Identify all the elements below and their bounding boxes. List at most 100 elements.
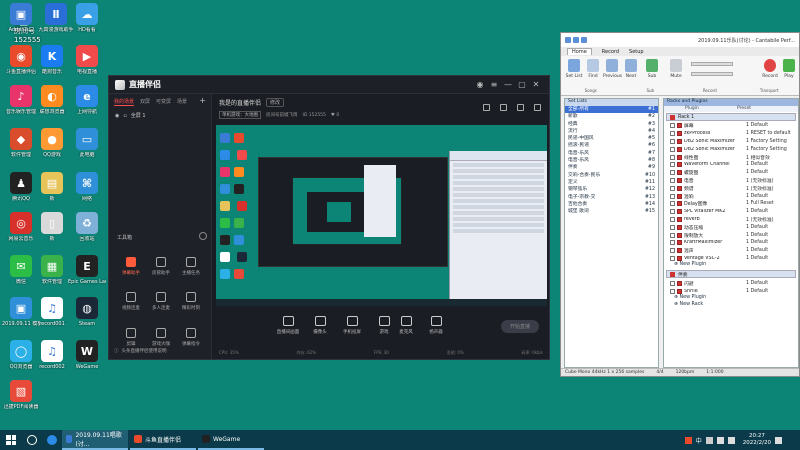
plugin-power-icon[interactable] [677,288,682,294]
camera-button[interactable]: 摄像头 [305,316,335,335]
tool-2[interactable]: 主播任务 [177,257,205,276]
taskbar-task[interactable]: 斗鱼直播伴侣 [130,430,196,450]
speaker-button[interactable]: 扬声器 [421,316,451,335]
output-level-slider[interactable] [691,72,733,76]
browser-icon[interactable] [42,430,62,450]
plugin-row[interactable]: Delay图像 1 Full Reset [664,200,798,208]
plugin-row[interactable]: 动态压缩 1 Default [664,223,798,231]
plugin-power-icon[interactable] [677,209,682,215]
plugin-power-icon[interactable] [677,162,682,168]
tool-7[interactable]: 游戏大咖 [147,328,175,347]
rack-1[interactable]: Rack 1 [666,113,796,121]
plugin-bypass-icon[interactable] [670,154,675,160]
desktop-icon-computer[interactable]: ▭ 此电脑 [68,128,106,158]
plugin-row[interactable]: reverb 1 (无效标准) [664,216,798,224]
plugin-bypass-icon[interactable] [670,209,675,215]
battery-icon[interactable] [727,436,735,444]
plugin-power-icon[interactable] [677,240,682,246]
set-list-item[interactable]: 电音-乐风 #8 [565,157,658,164]
plugin-row[interactable]: 屏幕 1 Default [664,122,798,130]
notification-icon[interactable] [775,436,782,444]
set-list-item[interactable]: 定义 #11 [565,179,658,186]
plugin-row[interactable]: 闪避 1 Default [664,279,798,287]
plugin-row[interactable]: Shrile 1 Default [664,287,798,295]
lock-layout-icon[interactable] [500,104,507,111]
tab-record[interactable]: Record [602,49,619,55]
live-preview[interactable] [216,125,547,306]
desktop-icon-lianxiang[interactable]: ◐ 联想浏览器 [33,85,71,115]
plugin-power-icon[interactable] [677,154,682,160]
next-button[interactable]: Next [622,59,640,79]
plugin-bypass-icon[interactable] [670,216,675,222]
plugin-row[interactable]: DB2 Sonic Maximizer 1 Factory Setting [664,138,798,146]
tool-6[interactable]: 剪辑 [117,328,145,347]
plugin-power-icon[interactable] [677,170,682,176]
eye-icon[interactable]: ◉ [115,113,119,119]
set-list-button[interactable]: Set List [565,59,583,79]
plugin-bypass-icon[interactable] [670,138,675,144]
desktop-icon-qqgame[interactable]: ● QQ游戏 [33,128,71,158]
desktop-icon-mp3a[interactable]: ♫ record001 [33,297,71,327]
plugin-power-icon[interactable] [677,232,682,238]
plugin-power-icon[interactable] [677,146,682,152]
plugin-row[interactable]: KraftrMaximizer 1 Default [664,239,798,247]
plugin-bypass-icon[interactable] [670,232,675,238]
tip-bar[interactable]: ⓘ 头条直播伴侣使用说明 [114,346,206,355]
plugin-bypass-icon[interactable] [670,240,675,246]
set-list-item[interactable]: 经典 #3 [565,121,658,128]
lock-icon[interactable]: ▫ [123,113,126,119]
desktop-icon-tv[interactable]: ▶ 电视直播 [68,45,106,75]
set-list-item[interactable]: 钢琴弦乐 #12 [565,186,658,193]
set-list-item[interactable]: 交响-合奏-民乐 #10 [565,172,658,179]
tab-home[interactable]: Home [567,48,592,55]
plugin-bypass-icon[interactable] [670,131,675,137]
minimize-icon[interactable]: — [501,80,515,89]
plugin-power-icon[interactable] [677,185,682,191]
plugin-bypass-icon[interactable] [670,185,675,191]
tab-scene[interactable]: 场景 [177,98,187,106]
volume-icon[interactable] [716,436,724,444]
find-button[interactable]: Find [584,59,602,79]
phone-cast-button[interactable]: 手机投屏 [337,316,367,335]
desktop-icon-admin[interactable]: ▣ Adminis... [2,3,40,33]
plugin-power-icon[interactable] [677,248,682,254]
plugin-row[interactable]: 电音 1 (无效标准) [664,177,798,185]
set-list-item[interactable]: 民谣-中国风 #5 [565,135,658,142]
play-button[interactable]: Play [780,59,798,79]
edit-title-button[interactable]: 修改 [266,98,285,107]
clock[interactable]: 20:27 2022/2/20 [743,433,771,447]
desktop-icon-steam[interactable]: ◍ Steam [68,297,106,327]
record-button[interactable]: Record [761,59,779,79]
set-list-item[interactable]: 新歌 #2 [565,113,658,120]
plugin-row[interactable]: 限制放大 1 Default [664,231,798,239]
undo-icon[interactable] [581,37,587,43]
plugin-row[interactable]: 螺旋图 1 Default [664,169,798,177]
plugin-bypass-icon[interactable] [670,146,675,152]
plugin-bypass-icon[interactable] [670,177,675,183]
desktop-icon-ie[interactable]: e 上网导航 [68,85,106,115]
desktop-icon-epic[interactable]: E Epic Games Launcher [68,255,106,285]
plugin-power-icon[interactable] [677,224,682,230]
menu-icon[interactable]: ≡ [487,80,501,89]
plugin-bypass-icon[interactable] [670,193,675,199]
ime-indicator[interactable]: 中 [696,436,702,445]
start-live-button[interactable]: 开始直播 [501,320,539,333]
douyu-tray-icon[interactable] [684,436,692,444]
share-icon[interactable] [534,104,541,111]
set-list-item[interactable]: 电音-乐风 #7 [565,150,658,157]
layout-icon[interactable] [483,104,490,111]
new-plugin-button[interactable]: ⊕ New Plugin [664,295,798,302]
tab-setup[interactable]: Setup [629,49,644,55]
tab-my-scenes[interactable]: 我的场景 [114,98,135,106]
sub-button[interactable]: Sub [643,59,661,79]
room-category[interactable]: 单机游戏：大地图 [219,111,261,119]
desktop-icon-kugou[interactable]: K 酷狗音乐 [33,45,71,75]
set-list-item[interactable]: 流行 #4 [565,128,658,135]
set-list-item[interactable]: 全部-所有 #1 [565,106,658,114]
start-button[interactable] [0,430,22,450]
toolbox-settings-icon[interactable] [199,232,207,240]
plugin-row[interactable]: SPL Vitalizer MK2 1 Default [664,208,798,216]
plugin-bypass-icon[interactable] [670,224,675,230]
tool-8[interactable]: 弹幕指令 [177,328,205,347]
previous-button[interactable]: Previous [603,59,622,79]
